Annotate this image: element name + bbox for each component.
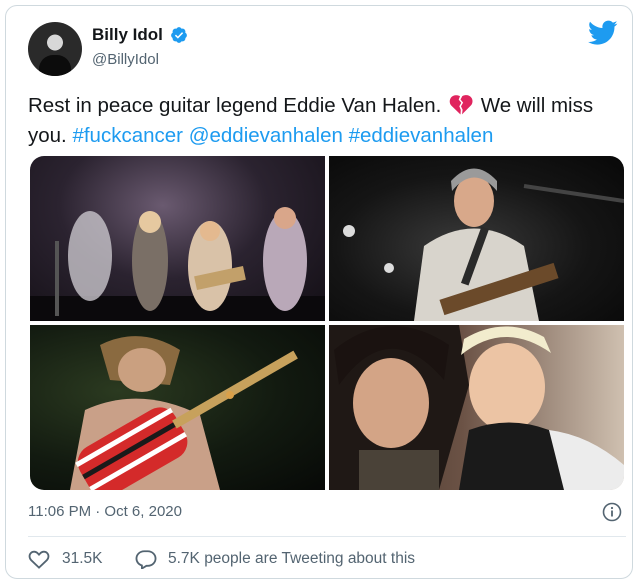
speech-bubble-icon[interactable] (135, 549, 157, 569)
verified-badge-icon (171, 27, 187, 43)
photo-concert-stage[interactable] (30, 156, 325, 321)
photo-eddie-billy-closeup[interactable] (329, 325, 624, 490)
author-name[interactable]: Billy Idol (92, 25, 163, 45)
avatar[interactable] (28, 22, 82, 76)
like-count[interactable]: 31.5K (62, 550, 103, 568)
hashtag-link-fuckcancer[interactable]: #fuckcancer (72, 124, 183, 147)
twitter-bird-icon[interactable] (588, 20, 618, 46)
media-grid (30, 156, 624, 490)
hashtag-link-eddievanhalen[interactable]: #eddievanhalen (349, 124, 494, 147)
tweet-text-main: Rest in peace guitar legend Eddie Van Ha… (28, 94, 442, 117)
photo-eddie-striped-guitar[interactable] (30, 325, 325, 490)
author-handle[interactable]: @BillyIdol (92, 51, 159, 68)
tweet-timestamp[interactable]: 11:06 PM · Oct 6, 2020 (28, 503, 182, 520)
broken-heart-icon (449, 95, 473, 115)
info-icon[interactable] (602, 502, 622, 522)
tweet-text: Rest in peace guitar legend Eddie Van Ha… (28, 91, 626, 151)
divider (28, 536, 626, 537)
photo-eddie-smiling[interactable] (329, 156, 624, 321)
conversation-text[interactable]: 5.7K people are Tweeting about this (168, 550, 415, 568)
tweet-card: Billy Idol @BillyIdol Rest in peace guit… (5, 5, 633, 579)
mention-link-eddievanhalen[interactable]: @eddievanhalen (189, 124, 343, 147)
heart-icon[interactable] (28, 549, 50, 569)
